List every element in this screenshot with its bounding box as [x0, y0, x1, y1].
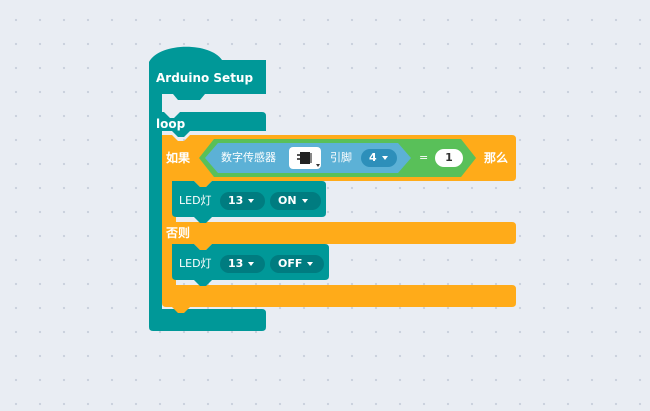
loop-title: loop — [156, 117, 186, 131]
led-else-state: OFF — [278, 257, 303, 270]
chevron-down-icon — [381, 156, 388, 160]
equals-operator: = — [419, 151, 429, 164]
pin-value: 4 — [369, 151, 377, 164]
led-else-pin: 13 — [228, 257, 244, 270]
led-then-state-dropdown[interactable]: ON — [270, 192, 321, 210]
if-label: 如果 — [166, 151, 191, 165]
setup-title: Arduino Setup — [156, 71, 254, 85]
chevron-down-icon — [301, 199, 308, 203]
led-then-pin: 13 — [228, 194, 244, 207]
else-label: 否则 — [166, 226, 191, 240]
sensor-module-icon — [289, 147, 321, 169]
led-else-label: LED灯 — [179, 257, 212, 270]
pin-dropdown[interactable]: 4 — [361, 149, 397, 167]
block-canvas — [149, 46, 516, 331]
pin-label: 引脚 — [330, 151, 352, 164]
chevron-down-icon — [248, 262, 255, 266]
chevron-down-icon — [248, 199, 255, 203]
led-then-state: ON — [278, 194, 297, 207]
sensor-label: 数字传感器 — [221, 151, 276, 164]
led-else-pin-dropdown[interactable]: 13 — [220, 255, 265, 273]
chevron-down-icon — [307, 262, 314, 266]
led-then-pin-dropdown[interactable]: 13 — [220, 192, 265, 210]
led-else-state-dropdown[interactable]: OFF — [270, 255, 324, 273]
compare-value-input[interactable]: 1 — [435, 149, 463, 167]
led-then-label: LED灯 — [179, 194, 212, 207]
then-label: 那么 — [484, 151, 509, 165]
